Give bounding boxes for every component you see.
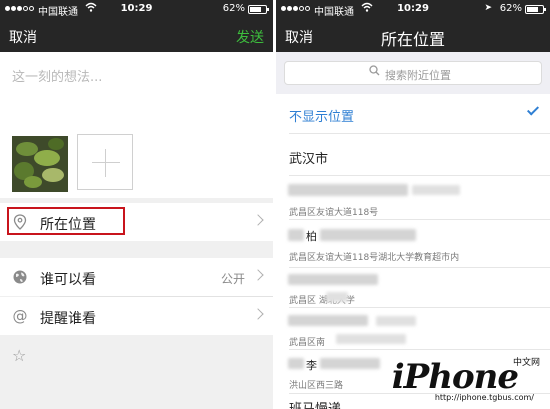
location-address: 武昌区友谊大道118号 xyxy=(289,208,379,218)
battery-icon xyxy=(525,5,546,14)
thought-input[interactable]: 这一刻的想法... xyxy=(12,66,102,85)
battery-percent: 62% xyxy=(499,3,522,14)
location-name: 李 xyxy=(306,359,317,372)
location-item-city[interactable]: 武汉市 xyxy=(276,134,550,176)
visibility-label: 谁可以看 xyxy=(40,272,96,288)
watermark-url: http://iphone.tgbus.com/ xyxy=(434,393,534,402)
chevron-right-icon xyxy=(252,308,264,320)
status-bar: 中国联通 10:29 62% xyxy=(0,0,273,18)
search-input[interactable]: 搜索附近位置 xyxy=(284,61,542,85)
chevron-right-icon xyxy=(252,269,264,281)
location-highlight-box xyxy=(7,207,125,235)
battery-percent: 62% xyxy=(222,3,245,14)
location-address: 洪山区西三路 xyxy=(289,381,344,391)
send-button[interactable]: 发送 xyxy=(236,27,264,47)
location-arrow-icon: ➤ xyxy=(484,3,492,13)
search-bar: 搜索附近位置 xyxy=(276,52,550,94)
mention-row[interactable]: @ 提醒谁看 xyxy=(0,297,273,335)
location-name: 武汉市 xyxy=(289,152,329,167)
at-sign-icon: @ xyxy=(12,307,28,325)
location-name: 班马慢递 xyxy=(289,398,341,409)
location-address: 武昌区南 xyxy=(289,338,326,348)
location-item[interactable]: 武昌区南 xyxy=(276,308,550,350)
mention-label: 提醒谁看 xyxy=(40,311,96,327)
location-item[interactable]: 武昌区 湖北大学 xyxy=(276,268,550,308)
location-item[interactable]: 武昌区友谊大道118号 xyxy=(276,176,550,220)
status-bar: 中国联通 10:29 ➤ 62% xyxy=(276,0,550,18)
location-address: 武昌区友谊大道118号湖北大学教育超市内 xyxy=(289,253,460,263)
compose-area: 这一刻的想法... xyxy=(0,52,273,198)
photo-thumbnail[interactable] xyxy=(12,136,68,192)
visibility-row[interactable]: 谁可以看 公开 xyxy=(0,258,273,296)
page-title: 所在位置 xyxy=(380,32,445,49)
search-placeholder: 搜索附近位置 xyxy=(385,69,451,82)
add-photo-button[interactable] xyxy=(77,134,133,190)
watermark-brand: iPhone xyxy=(391,357,519,397)
nav-bar: 中国联通 10:29 ➤ 62% 取消 所在位置 xyxy=(276,0,550,52)
checkmark-icon xyxy=(526,103,540,116)
visibility-value: 公开 xyxy=(220,272,245,286)
location-item[interactable]: 柏 武昌区友谊大道118号湖北大学教育超市内 xyxy=(276,220,550,268)
blurred-name xyxy=(288,184,408,196)
search-icon xyxy=(369,65,380,79)
star-icon[interactable]: ☆ xyxy=(12,346,26,365)
globe-icon xyxy=(12,269,28,285)
location-name: 不显示位置 xyxy=(289,110,355,125)
cancel-button[interactable]: 取消 xyxy=(9,27,37,47)
location-item-hide[interactable]: 不显示位置 xyxy=(276,94,550,134)
plus-icon xyxy=(92,162,120,163)
site-watermark: 中文网 iPhone http://iphone.tgbus.com/ xyxy=(390,357,540,405)
location-name: 柏 xyxy=(306,230,317,243)
nav-bar: 中国联通 10:29 62% 取消 发送 xyxy=(0,0,273,52)
location-picker-screen: 中国联通 10:29 ➤ 62% 取消 所在位置 搜索附近位置 不显示位置 武汉… xyxy=(276,0,550,409)
chevron-right-icon xyxy=(252,214,264,226)
battery-icon xyxy=(248,5,269,14)
compose-moment-screen: 中国联通 10:29 62% 取消 发送 这一刻的想法... 所在位置 谁可以看… xyxy=(0,0,273,409)
